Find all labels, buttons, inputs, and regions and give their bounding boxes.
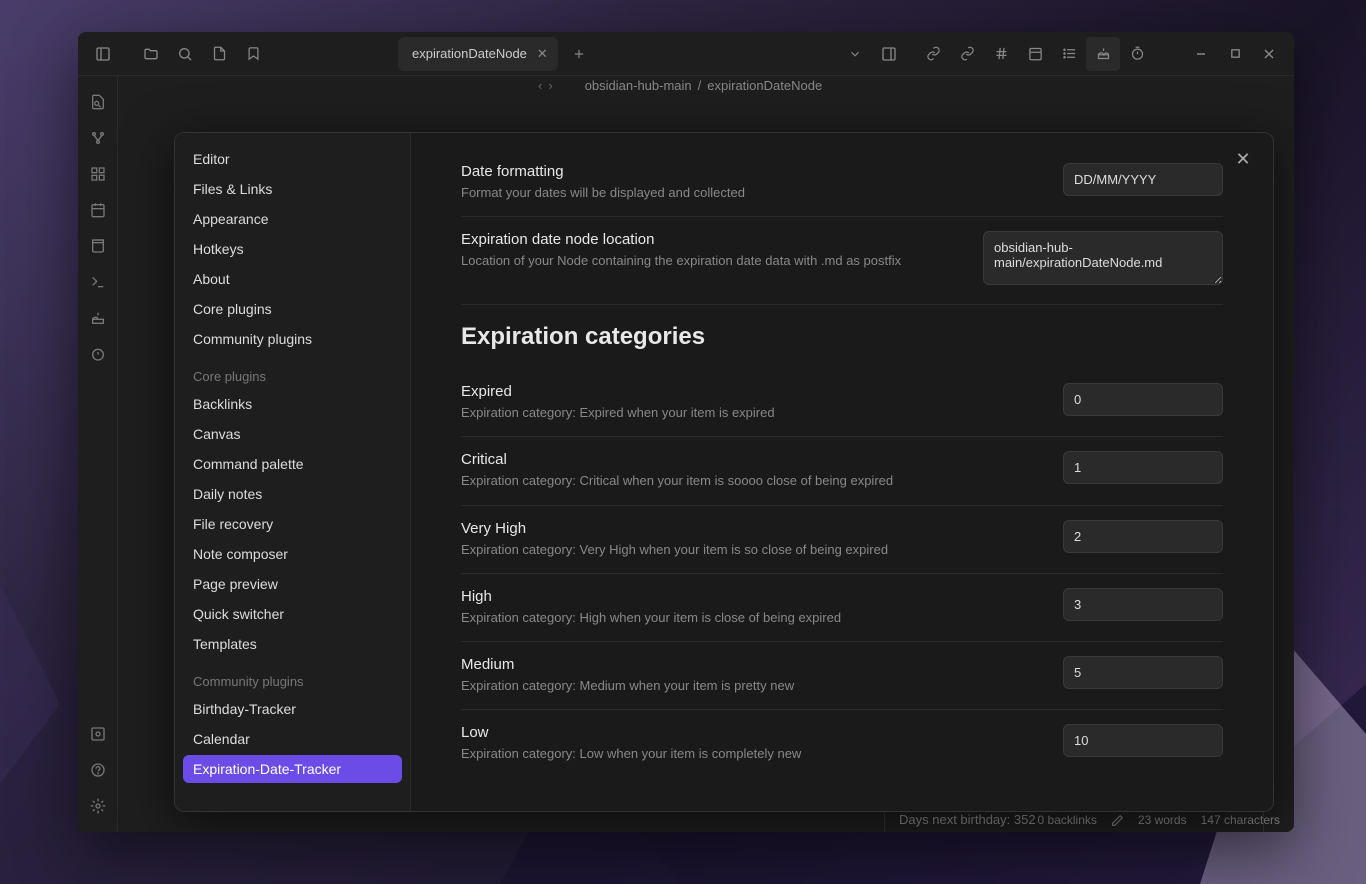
section-heading: Expiration categories — [461, 323, 1223, 361]
category-value-input[interactable] — [1063, 451, 1223, 484]
close-modal-button[interactable]: ✕ — [1231, 147, 1255, 171]
app-window: expirationDateNode ✕ — [78, 32, 1294, 832]
calendar-icon[interactable] — [1018, 37, 1052, 71]
settings-icon[interactable] — [78, 790, 118, 822]
sidebar-item-templates[interactable]: Templates — [183, 630, 402, 658]
minimize-button[interactable] — [1184, 37, 1218, 71]
setting-title: Date formatting — [461, 163, 1043, 180]
sidebar-item-daily-notes[interactable]: Daily notes — [183, 480, 402, 508]
status-backlinks[interactable]: 0 backlinks — [1038, 813, 1097, 827]
category-value-input[interactable] — [1063, 383, 1223, 416]
list-icon[interactable] — [1052, 37, 1086, 71]
sidebar-item-page-preview[interactable]: Page preview — [183, 570, 402, 598]
breadcrumb: ‹ › obsidian-hub-main / expirationDateNo… — [538, 78, 822, 93]
sidebar-item-file-recovery[interactable]: File recovery — [183, 510, 402, 538]
nav-back-icon[interactable]: ‹ — [538, 78, 542, 93]
category-desc: Expiration category: Low when your item … — [461, 745, 1043, 763]
category-value-input[interactable] — [1063, 724, 1223, 757]
setting-title: Expiration date node location — [461, 231, 963, 248]
status-words: 23 words — [1138, 813, 1187, 827]
daily-note-icon[interactable] — [78, 194, 118, 226]
sidebar-item-command-palette[interactable]: Command palette — [183, 450, 402, 478]
tab-title: expirationDateNode — [412, 46, 527, 61]
quick-switcher-icon[interactable] — [78, 86, 118, 118]
setting-desc: Format your dates will be displayed and … — [461, 184, 1043, 202]
template-icon[interactable] — [78, 230, 118, 262]
settings-body: ✕ Date formatting Format your dates will… — [411, 133, 1273, 811]
help-icon[interactable] — [78, 754, 118, 786]
category-title: Medium — [461, 656, 1043, 673]
sidebar-item-backlinks[interactable]: Backlinks — [183, 390, 402, 418]
folder-icon[interactable] — [134, 37, 168, 71]
active-tab[interactable]: expirationDateNode ✕ — [398, 37, 558, 71]
sidebar-item-hotkeys[interactable]: Hotkeys — [183, 235, 402, 263]
category-desc: Expiration category: Medium when your it… — [461, 677, 1043, 695]
maximize-button[interactable] — [1218, 37, 1252, 71]
category-title: High — [461, 588, 1043, 605]
timer-icon[interactable] — [1120, 37, 1154, 71]
category-desc: Expiration category: High when your item… — [461, 609, 1043, 627]
date-format-input[interactable] — [1063, 163, 1223, 196]
titlebar: expirationDateNode ✕ — [78, 32, 1294, 76]
bookmark-icon[interactable] — [236, 37, 270, 71]
close-tab-icon[interactable]: ✕ — [537, 46, 548, 62]
breadcrumb-root[interactable]: obsidian-hub-main — [585, 78, 692, 93]
sidebar-item-expiration-date-tracker[interactable]: Expiration-Date-Tracker — [183, 755, 402, 783]
sidebar-item-appearance[interactable]: Appearance — [183, 205, 402, 233]
vault-icon[interactable] — [78, 718, 118, 750]
category-desc: Expiration category: Critical when your … — [461, 472, 1043, 490]
command-icon[interactable] — [78, 266, 118, 298]
timer-ribbon-icon[interactable] — [78, 338, 118, 370]
new-tab-icon[interactable] — [562, 37, 596, 71]
settings-sidebar: EditorFiles & LinksAppearanceHotkeysAbou… — [175, 133, 411, 811]
nav-forward-icon[interactable]: › — [548, 78, 552, 93]
sidebar-item-quick-switcher[interactable]: Quick switcher — [183, 600, 402, 628]
category-desc: Expiration category: Very High when your… — [461, 541, 1043, 559]
sidebar-toggle-left-icon[interactable] — [86, 37, 120, 71]
category-value-input[interactable] — [1063, 520, 1223, 553]
chevron-down-icon[interactable] — [838, 37, 872, 71]
pencil-icon[interactable] — [1111, 814, 1124, 827]
outgoing-link-icon[interactable] — [950, 37, 984, 71]
setting-desc: Location of your Node containing the exp… — [461, 252, 963, 270]
sidebar-item-core-plugins[interactable]: Core plugins — [183, 295, 402, 323]
status-chars: 147 characters — [1201, 813, 1280, 827]
sidebar-item-editor[interactable]: Editor — [183, 145, 402, 173]
left-ribbon — [78, 76, 118, 832]
file-icon[interactable] — [202, 37, 236, 71]
sidebar-section-community: Community plugins — [183, 660, 402, 695]
settings-modal: EditorFiles & LinksAppearanceHotkeysAbou… — [174, 132, 1274, 812]
sidebar-section-core: Core plugins — [183, 355, 402, 390]
birthday-icon[interactable] — [78, 302, 118, 334]
canvas-icon[interactable] — [78, 158, 118, 190]
category-value-input[interactable] — [1063, 656, 1223, 689]
close-window-button[interactable] — [1252, 37, 1286, 71]
search-icon[interactable] — [168, 37, 202, 71]
sidebar-item-note-composer[interactable]: Note composer — [183, 540, 402, 568]
sidebar-item-community-plugins[interactable]: Community plugins — [183, 325, 402, 353]
category-title: Low — [461, 724, 1043, 741]
sidebar-toggle-right-icon[interactable] — [872, 37, 906, 71]
sidebar-item-birthday-tracker[interactable]: Birthday-Tracker — [183, 695, 402, 723]
category-value-input[interactable] — [1063, 588, 1223, 621]
sidebar-item-calendar[interactable]: Calendar — [183, 725, 402, 753]
breadcrumb-current[interactable]: expirationDateNode — [707, 78, 822, 93]
category-title: Expired — [461, 383, 1043, 400]
sidebar-item-files-links[interactable]: Files & Links — [183, 175, 402, 203]
sidebar-item-canvas[interactable]: Canvas — [183, 420, 402, 448]
node-location-input[interactable]: obsidian-hub-main/expirationDateNode.md — [983, 231, 1223, 285]
category-title: Critical — [461, 451, 1043, 468]
graph-icon[interactable] — [78, 122, 118, 154]
sidebar-item-about[interactable]: About — [183, 265, 402, 293]
category-title: Very High — [461, 520, 1043, 537]
category-desc: Expiration category: Expired when your i… — [461, 404, 1043, 422]
hash-icon[interactable] — [984, 37, 1018, 71]
links-icon[interactable] — [916, 37, 950, 71]
cake-icon[interactable] — [1086, 37, 1120, 71]
